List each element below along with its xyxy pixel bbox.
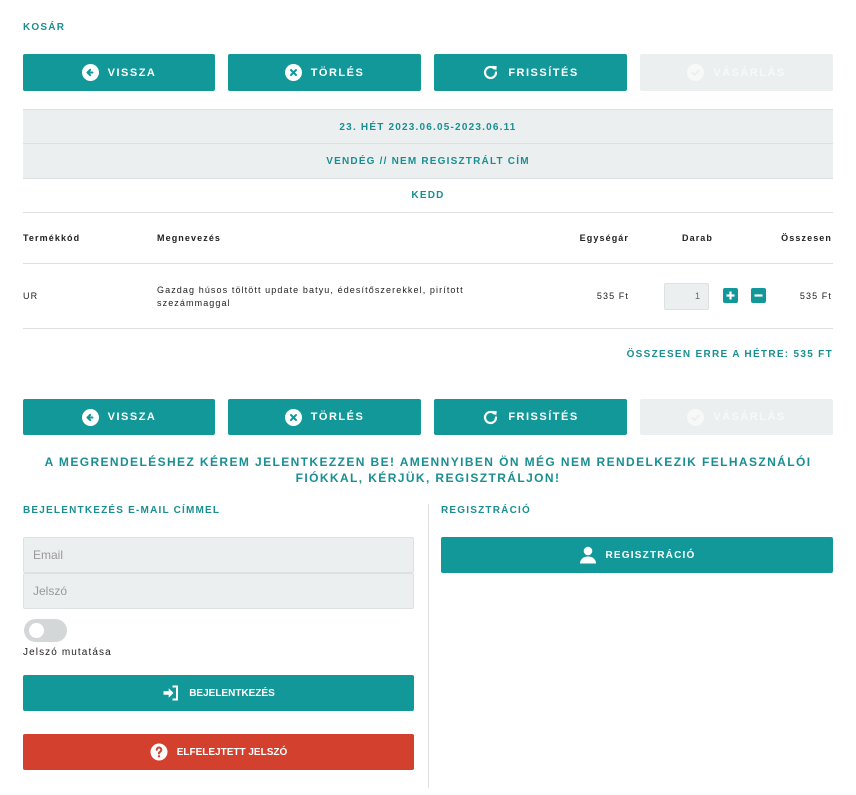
address-header: VENDÉG // NEM REGISZTRÁLT CÍM bbox=[23, 143, 833, 178]
x-circle-icon bbox=[284, 64, 302, 81]
refresh-icon bbox=[482, 409, 499, 426]
unit-price: 535 Ft bbox=[596, 291, 629, 301]
back-button[interactable]: VISSZA bbox=[23, 399, 215, 435]
user-icon bbox=[579, 546, 597, 564]
cart-actions-top: VISSZA TÖRLÉS FRISSÍTÉS VÁSÁRLÁS bbox=[23, 54, 833, 91]
arrow-left-circle-icon bbox=[81, 64, 99, 81]
purchase-button[interactable]: VÁSÁRLÁS bbox=[640, 54, 833, 91]
quantity-field[interactable]: 1 bbox=[664, 283, 709, 310]
refresh-icon bbox=[482, 64, 499, 81]
arrow-left-circle-icon bbox=[81, 408, 99, 426]
delete-button-label: TÖRLÉS bbox=[310, 411, 365, 423]
show-password-label: Jelszó mutatása bbox=[23, 647, 112, 658]
day-header: KEDD bbox=[23, 178, 833, 213]
check-circle-icon bbox=[687, 64, 705, 81]
delete-button[interactable]: TÖRLÉS bbox=[228, 399, 421, 435]
column-header-total: Összesen bbox=[781, 233, 832, 243]
column-header-quantity: Darab bbox=[682, 233, 714, 243]
purchase-button-label: VÁSÁRLÁS bbox=[713, 66, 786, 79]
email-field[interactable] bbox=[23, 537, 414, 573]
question-circle-icon bbox=[150, 743, 168, 761]
divider bbox=[23, 328, 833, 329]
product-name: Gazdag húsos töltött update batyu, édesí… bbox=[157, 285, 464, 308]
toggle-knob bbox=[29, 623, 44, 638]
password-field[interactable] bbox=[23, 573, 414, 609]
registration-button-label: REGISZTRÁCIÓ bbox=[605, 549, 696, 561]
purchase-button[interactable]: VÁSÁRLÁS bbox=[640, 399, 833, 435]
registration-section-title: REGISZTRÁCIÓ bbox=[441, 505, 531, 516]
decrease-quantity-button[interactable] bbox=[751, 288, 766, 303]
back-button[interactable]: VISSZA bbox=[23, 54, 215, 91]
refresh-button-label: FRISSÍTÉS bbox=[508, 66, 579, 79]
plus-icon bbox=[725, 290, 736, 301]
column-header-name: Megnevezés bbox=[157, 233, 222, 243]
check-circle-icon bbox=[687, 408, 705, 426]
week-total: ÖSSZESEN ERRE A HÉTRE: 535 FT bbox=[626, 349, 833, 360]
back-button-label: VISSZA bbox=[107, 411, 157, 423]
column-header-code: Termékkód bbox=[23, 233, 81, 243]
week-header: 23. HÉT 2023.06.05-2023.06.11 bbox=[23, 109, 833, 144]
column-divider bbox=[428, 504, 429, 788]
increase-quantity-button[interactable] bbox=[723, 288, 738, 303]
show-password-toggle[interactable] bbox=[24, 619, 67, 642]
column-header-unit-price: Egységár bbox=[579, 233, 629, 243]
delete-button[interactable]: TÖRLÉS bbox=[228, 54, 421, 91]
forgot-password-label: ELFELEJTETT JELSZÓ bbox=[176, 746, 288, 758]
login-section-title: BEJELENTKEZÉS E-MAIL CÍMMEL bbox=[23, 505, 221, 516]
sign-in-icon bbox=[162, 684, 180, 702]
delete-button-label: TÖRLÉS bbox=[310, 66, 365, 79]
registration-button[interactable]: REGISZTRÁCIÓ bbox=[441, 537, 833, 573]
refresh-button-label: FRISSÍTÉS bbox=[508, 411, 579, 423]
page-title: KOSÁR bbox=[23, 22, 66, 33]
back-button-label: VISSZA bbox=[107, 66, 157, 79]
row-total: 535 Ft bbox=[799, 291, 832, 301]
login-notice: A MEGRENDELÉSHEZ KÉREM JELENTKEZZEN BE! … bbox=[44, 455, 812, 485]
forgot-password-button[interactable]: ELFELEJTETT JELSZÓ bbox=[23, 734, 414, 770]
login-button[interactable]: BEJELENTKEZÉS bbox=[23, 675, 414, 711]
product-code: UR bbox=[23, 291, 39, 301]
divider bbox=[23, 263, 833, 264]
purchase-button-label: VÁSÁRLÁS bbox=[713, 411, 786, 423]
minus-icon bbox=[753, 290, 764, 301]
x-circle-icon bbox=[284, 408, 302, 426]
login-button-label: BEJELENTKEZÉS bbox=[189, 687, 275, 699]
refresh-button[interactable]: FRISSÍTÉS bbox=[434, 399, 627, 435]
refresh-button[interactable]: FRISSÍTÉS bbox=[434, 54, 627, 91]
cart-actions-bottom: VISSZA TÖRLÉS FRISSÍTÉS VÁSÁRLÁS bbox=[23, 399, 833, 435]
